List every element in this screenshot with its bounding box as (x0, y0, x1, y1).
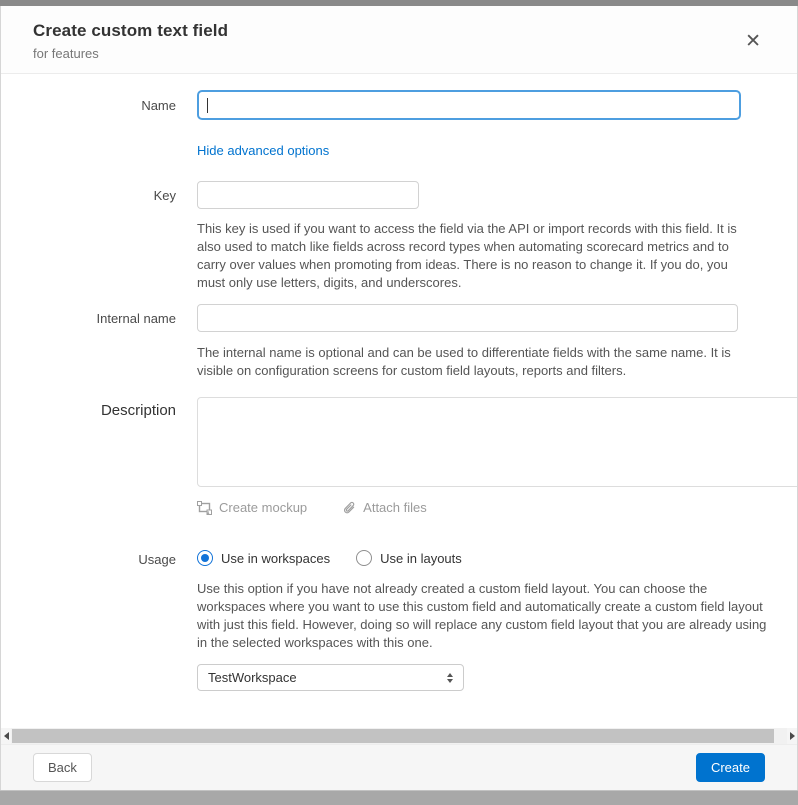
attach-files-button[interactable]: Attach files (343, 500, 427, 515)
create-mockup-button[interactable]: Create mockup (197, 500, 307, 515)
horizontal-scrollbar[interactable] (1, 728, 797, 744)
modal-footer: Back Create (1, 744, 797, 790)
modal-header: Create custom text field for features ✕ (1, 6, 797, 74)
scroll-left-arrow-icon[interactable] (1, 728, 11, 744)
radio-use-in-workspaces-label: Use in workspaces (221, 551, 330, 566)
name-input[interactable] (197, 90, 741, 120)
description-label: Description (33, 397, 176, 419)
internal-name-label: Internal name (33, 304, 176, 326)
radio-use-in-layouts[interactable]: Use in layouts (356, 550, 462, 566)
usage-help-text: Use this option if you have not already … (197, 580, 775, 652)
close-icon[interactable]: ✕ (739, 26, 767, 57)
mockup-icon (197, 501, 212, 515)
workspace-select-value: TestWorkspace (208, 670, 297, 685)
internal-name-help-text: The internal name is optional and can be… (197, 344, 738, 380)
usage-label: Usage (33, 550, 176, 567)
create-mockup-label: Create mockup (219, 500, 307, 515)
internal-name-input[interactable] (197, 304, 738, 332)
page-background: Create custom text field for features ✕ … (0, 0, 798, 805)
modal-body: Name Hide advanced options Key (1, 74, 797, 728)
text-cursor (207, 98, 208, 113)
description-textarea[interactable] (197, 397, 797, 487)
modal-header-text: Create custom text field for features (33, 21, 228, 61)
key-label: Key (33, 181, 176, 203)
scroll-right-arrow-icon[interactable] (787, 728, 797, 744)
radio-selected-icon[interactable] (197, 550, 213, 566)
key-input[interactable] (197, 181, 419, 209)
create-custom-field-modal: Create custom text field for features ✕ … (0, 6, 798, 790)
name-label: Name (33, 90, 176, 113)
back-button[interactable]: Back (33, 753, 92, 782)
radio-use-in-layouts-label: Use in layouts (380, 551, 462, 566)
scrollbar-thumb[interactable] (12, 729, 774, 743)
modal-subtitle: for features (33, 46, 228, 61)
create-button[interactable]: Create (696, 753, 765, 782)
paperclip-icon (343, 501, 356, 515)
attach-files-label: Attach files (363, 500, 427, 515)
select-updown-icon (447, 673, 453, 683)
modal-title: Create custom text field (33, 21, 228, 41)
radio-use-in-workspaces[interactable]: Use in workspaces (197, 550, 330, 566)
radio-unselected-icon[interactable] (356, 550, 372, 566)
hide-advanced-options-link[interactable]: Hide advanced options (197, 143, 329, 158)
workspace-select[interactable]: TestWorkspace (197, 664, 464, 691)
key-help-text: This key is used if you want to access t… (197, 220, 738, 292)
scrollbar-track[interactable] (11, 728, 787, 744)
page-bottom-strip (0, 790, 798, 805)
